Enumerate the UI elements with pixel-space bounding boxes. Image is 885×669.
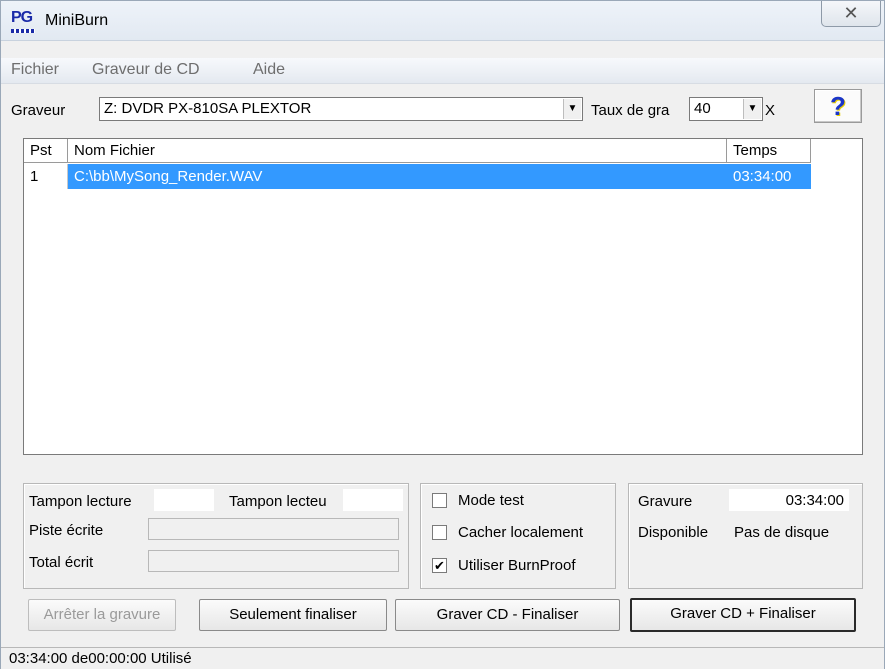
miniburn-window: PG MiniBurn ✕ Fichier Graveur de CD Aide… xyxy=(0,0,885,669)
speed-select-value: 40 xyxy=(694,100,711,117)
reader-buffer-label: Tampon lecteu xyxy=(229,493,327,510)
speed-unit: X xyxy=(765,102,776,119)
total-written-label: Total écrit xyxy=(29,554,94,571)
status-bar: 03:34:00 de00:00:00 Utilisé xyxy=(1,647,884,669)
menu-fichier[interactable]: Fichier xyxy=(11,61,59,79)
burn-cd-no-finalize-button[interactable]: Graver CD - Finaliser xyxy=(395,599,620,631)
burn-time-label: Gravure xyxy=(638,493,693,510)
row-file-name: C:\bb\MySong_Render.WAV xyxy=(68,164,727,189)
track-list[interactable]: Pst Nom Fichier Temps 1 C:\bb\MySong_Ren… xyxy=(23,138,863,455)
drive-label: Graveur xyxy=(11,102,66,119)
menu-graveur-de-cd[interactable]: Graveur de CD xyxy=(92,61,200,79)
cache-local-label[interactable]: Cacher localement xyxy=(458,524,583,541)
test-mode-label[interactable]: Mode test xyxy=(458,492,524,509)
available-label: Disponible xyxy=(638,524,709,541)
finalize-only-button[interactable]: Seulement finaliser xyxy=(199,599,387,631)
column-header-nom-fichier[interactable]: Nom Fichier xyxy=(68,139,727,163)
track-written-label: Piste écrite xyxy=(29,522,104,539)
cache-local-checkbox[interactable] xyxy=(432,525,447,540)
close-icon: ✕ xyxy=(843,3,859,23)
burn-time-value: 03:34:00 xyxy=(729,489,849,511)
speed-select[interactable]: 40 ▼ xyxy=(689,97,763,121)
track-list-header: Pst Nom Fichier Temps xyxy=(24,139,862,163)
window-title: MiniBurn xyxy=(45,12,109,29)
burnproof-label[interactable]: Utiliser BurnProof xyxy=(458,557,576,574)
dropdown-arrow-icon[interactable]: ▼ xyxy=(563,99,581,119)
checkmark-icon: ✔ xyxy=(434,558,445,573)
table-row[interactable]: 1 C:\bb\MySong_Render.WAV 03:34:00 xyxy=(24,164,811,189)
row-pst: 1 xyxy=(24,164,68,189)
pg-music-logo-icon: PG xyxy=(11,9,37,33)
drive-select-value: Z: DVDR PX-810SA PLEXTOR xyxy=(104,100,312,117)
total-written-progress xyxy=(148,550,399,572)
read-buffer-label: Tampon lecture xyxy=(29,493,132,510)
read-buffer-field xyxy=(154,489,214,511)
burn-cd-finalize-button[interactable]: Graver CD + Finaliser xyxy=(630,598,856,632)
title-bar[interactable]: PG MiniBurn ✕ xyxy=(1,1,884,41)
stop-burn-button[interactable]: Arrêter la gravure xyxy=(28,599,176,631)
test-mode-checkbox[interactable] xyxy=(432,493,447,508)
drive-select[interactable]: Z: DVDR PX-810SA PLEXTOR ▼ xyxy=(99,97,583,121)
reader-buffer-field xyxy=(343,489,403,511)
menu-bar: Fichier Graveur de CD Aide xyxy=(1,58,884,84)
help-question-icon: ? xyxy=(830,91,846,121)
close-button[interactable]: ✕ xyxy=(821,1,881,27)
dropdown-arrow-icon[interactable]: ▼ xyxy=(743,99,761,119)
menu-aide[interactable]: Aide xyxy=(253,61,285,79)
available-value: Pas de disque xyxy=(734,524,830,541)
column-header-pst[interactable]: Pst xyxy=(24,139,68,163)
help-button[interactable]: ? xyxy=(814,89,862,123)
track-written-progress xyxy=(148,518,399,540)
burnproof-checkbox[interactable]: ✔ xyxy=(432,558,447,573)
column-header-temps[interactable]: Temps xyxy=(727,139,811,163)
status-text: 03:34:00 de00:00:00 Utilisé xyxy=(9,650,192,667)
speed-label: Taux de gra xyxy=(591,102,670,119)
row-time: 03:34:00 xyxy=(727,164,811,189)
